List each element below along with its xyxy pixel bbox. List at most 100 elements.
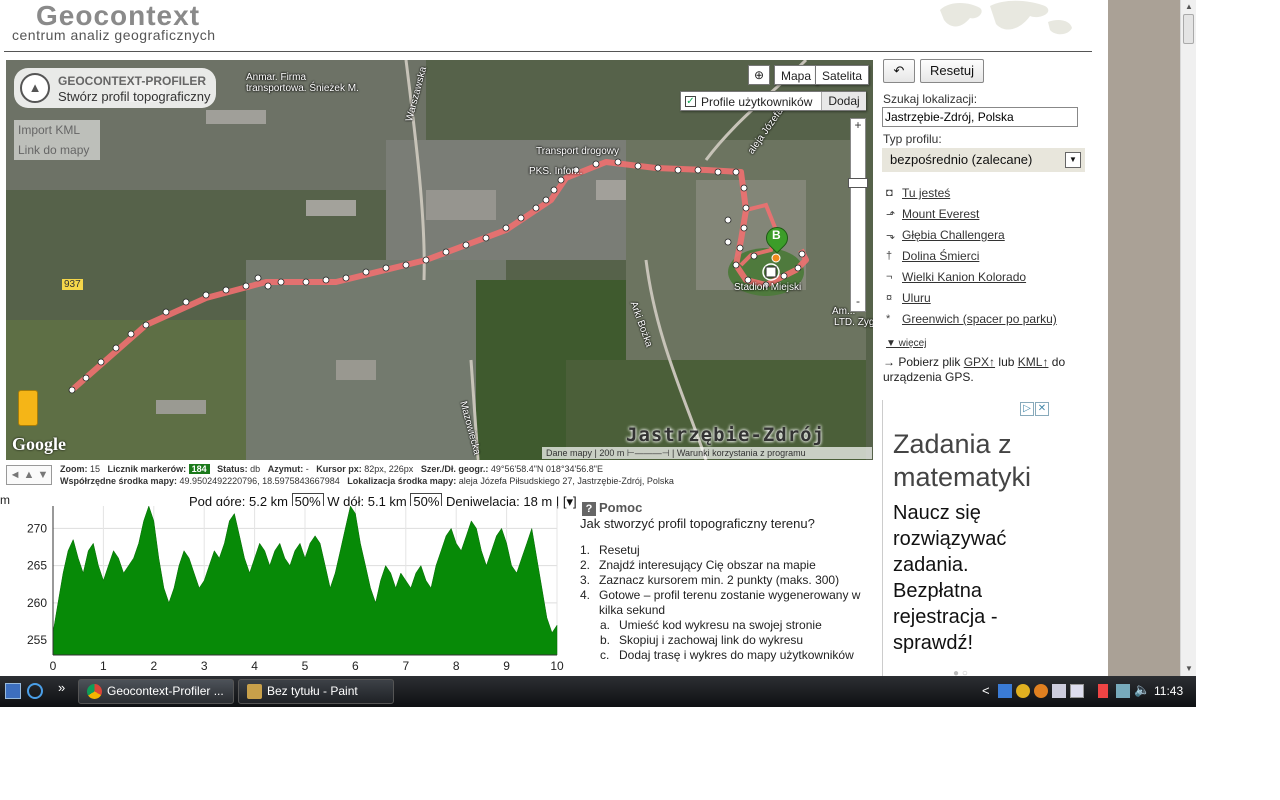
- undo-button[interactable]: ↶: [883, 59, 915, 83]
- ad-title[interactable]: Zadania z matematyki: [893, 428, 1053, 494]
- scroll-thumb[interactable]: [1183, 14, 1194, 44]
- preset-location-item[interactable]: ¬ Wielki Kanion Kolorado: [884, 269, 1104, 290]
- world-map-graphic: [940, 0, 1072, 35]
- tray-expand-icon[interactable]: <: [982, 683, 990, 698]
- dropdown-arrow-icon[interactable]: ▼: [1065, 152, 1081, 168]
- map-label-transport: Transport drogowy: [536, 146, 619, 157]
- street-view-pegman-icon[interactable]: [18, 390, 38, 426]
- preset-location-item[interactable]: ◘ Tu jesteś: [884, 185, 1104, 206]
- location-value: aleja Józefa Piłsudskiego 27, Jastrzębie…: [458, 476, 674, 486]
- profiler-badge[interactable]: ▲ GEOCONTEXT-PROFILER Stwórz profil topo…: [14, 68, 216, 108]
- map-type-button[interactable]: Mapa: [774, 65, 819, 85]
- help-title-text: Pomoc: [599, 500, 643, 515]
- location-icon: ◘: [886, 187, 893, 199]
- location-link[interactable]: Uluru: [902, 291, 931, 305]
- location-link[interactable]: Greenwich (spacer po parku): [902, 312, 1057, 326]
- scroll-down-icon[interactable]: ▼: [1181, 662, 1197, 676]
- markers-label: Licznik markerów:: [107, 464, 187, 474]
- help-step: 1. Resetuj: [580, 543, 880, 558]
- tray-network-icon[interactable]: [998, 684, 1012, 698]
- internet-explorer-icon[interactable]: [27, 683, 43, 699]
- tray-app-icon[interactable]: [1034, 684, 1048, 698]
- preset-location-item[interactable]: † Dolina Śmierci: [884, 248, 1104, 269]
- advertisement[interactable]: ▷ ✕ Zadania z matematyki Naucz się rozwią…: [882, 400, 1052, 676]
- tray-connection-icon[interactable]: [1116, 684, 1130, 698]
- elevation-chart[interactable]: 255 260 265 270 0 1 2 3 4 5 6 7 8 9 10 m: [0, 492, 575, 676]
- map-copyright[interactable]: Dane mapy | 200 m ⊢———⊣ | Warunki korzys…: [542, 447, 872, 459]
- satellite-type-button[interactable]: Satelita: [815, 65, 870, 85]
- chart-x-tick-label: 1: [100, 659, 107, 673]
- satellite-map[interactable]: Anmar. Firma transportowa. Śnieżek M. Wa…: [6, 60, 873, 460]
- add-profile-button[interactable]: Dodaj: [821, 92, 866, 110]
- help-step-number: 1.: [580, 543, 591, 557]
- import-kml-link[interactable]: Import KML: [14, 120, 100, 140]
- zoom-slider[interactable]: + -: [848, 118, 868, 312]
- map-label-firm: Anmar. Firma: [246, 72, 307, 83]
- chart-x-tick-label: 8: [453, 659, 460, 673]
- location-label: Lokalizacja środka mapy:: [347, 476, 457, 486]
- ad-body[interactable]: Naucz się rozwiązywać zadania. Bezpłatna…: [893, 500, 1043, 656]
- zoom-tool-icon[interactable]: ⊕: [748, 65, 770, 85]
- gpx-mid: lub: [998, 355, 1015, 369]
- task-geocontext[interactable]: Geocontext-Profiler ...: [78, 679, 234, 704]
- zoom-knob[interactable]: [848, 178, 868, 188]
- gpx-download-text: → Pobierz plik GPX↑ lub KML↑ do urządzen…: [883, 355, 1093, 385]
- tray-display-icon[interactable]: [1052, 684, 1066, 698]
- kml-link[interactable]: KML↑: [1018, 355, 1049, 369]
- preset-location-item[interactable]: ⬏ Mount Everest: [884, 206, 1104, 227]
- tray-update-icon[interactable]: [1016, 684, 1030, 698]
- empty-area: [0, 707, 1280, 800]
- tray-security-icon[interactable]: [1098, 684, 1108, 698]
- ad-pager-dots[interactable]: ● ○: [953, 668, 968, 676]
- user-profiles-checkbox[interactable]: ✓: [685, 96, 696, 107]
- ad-info-icon[interactable]: ▷: [1020, 402, 1034, 416]
- city-label: Jastrzębie-Zdrój: [626, 424, 826, 446]
- clock[interactable]: 11:43: [1154, 684, 1183, 698]
- location-link[interactable]: Tu jesteś: [902, 186, 950, 200]
- latlng-label: Szer./Dł. geogr.:: [420, 464, 489, 474]
- location-icon: ¤: [886, 292, 893, 304]
- location-link[interactable]: Wielki Kanion Kolorado: [902, 270, 1026, 284]
- chart-x-tick-label: 9: [503, 659, 510, 673]
- zoom-track[interactable]: [850, 118, 866, 312]
- link-to-map-link[interactable]: Link do mapy: [14, 140, 100, 160]
- scroll-up-icon[interactable]: ▲: [1181, 0, 1197, 14]
- help-substep: b. Skopiuj i zachowaj link do wykresu: [580, 633, 880, 648]
- zoom-out-button[interactable]: -: [850, 294, 866, 310]
- help-substep-text: Dodaj trasę i wykres do mapy użytkownikó…: [619, 648, 854, 662]
- preset-location-item[interactable]: * Greenwich (spacer po parku): [884, 311, 1104, 332]
- search-location-input[interactable]: [882, 107, 1078, 127]
- chart-x-tick-label: 7: [402, 659, 409, 673]
- more-locations-link[interactable]: ▼ więcej: [886, 338, 926, 349]
- location-link[interactable]: Mount Everest: [902, 207, 979, 221]
- preset-location-item[interactable]: ¤ Uluru: [884, 290, 1104, 311]
- reset-button[interactable]: Resetuj: [920, 59, 984, 83]
- tray-volume-icon[interactable]: 🔈: [1134, 682, 1150, 698]
- chart-y-tick-label: 265: [27, 559, 47, 573]
- chart-x-tick-label: 4: [251, 659, 258, 673]
- task-paint[interactable]: Bez tytułu - Paint: [238, 679, 394, 704]
- map-label-stadion: Stadion Miejski: [734, 282, 802, 293]
- map-label-pks: PKS. Infor...: [529, 166, 583, 177]
- map-nav-arrows[interactable]: ◄ ▲ ▼: [6, 465, 52, 485]
- gpx-link[interactable]: GPX↑: [964, 355, 995, 369]
- ad-close-icon[interactable]: ✕: [1035, 402, 1049, 416]
- help-step-number: 2.: [580, 558, 591, 572]
- tray-device-icon[interactable]: [1070, 684, 1084, 698]
- zoom-in-button[interactable]: +: [850, 118, 866, 134]
- location-icon: ⬏: [886, 209, 896, 221]
- preset-location-item[interactable]: ⬎ Głębia Challengera: [884, 227, 1104, 248]
- location-link[interactable]: Dolina Śmierci: [902, 249, 979, 263]
- quicklaunch-more-icon[interactable]: »: [58, 680, 65, 695]
- show-desktop-icon[interactable]: [5, 683, 21, 699]
- chart-x-tick-label: 0: [50, 659, 57, 673]
- header-divider: [4, 51, 1092, 52]
- vertical-scrollbar[interactable]: ▲ ▼: [1180, 0, 1196, 676]
- location-link[interactable]: Głębia Challengera: [902, 228, 1005, 242]
- help-step-text: Znajdź interesujący Cię obszar na mapie: [599, 558, 816, 572]
- task-geocontext-label: Geocontext-Profiler ...: [107, 684, 224, 698]
- profiler-badge-subtitle: Stwórz profil topograficzny: [58, 89, 211, 104]
- help-step-text: Resetuj: [599, 543, 640, 557]
- profile-type-select[interactable]: bezpośrednio (zalecane) ▼: [882, 148, 1085, 172]
- chart-x-tick-label: 6: [352, 659, 359, 673]
